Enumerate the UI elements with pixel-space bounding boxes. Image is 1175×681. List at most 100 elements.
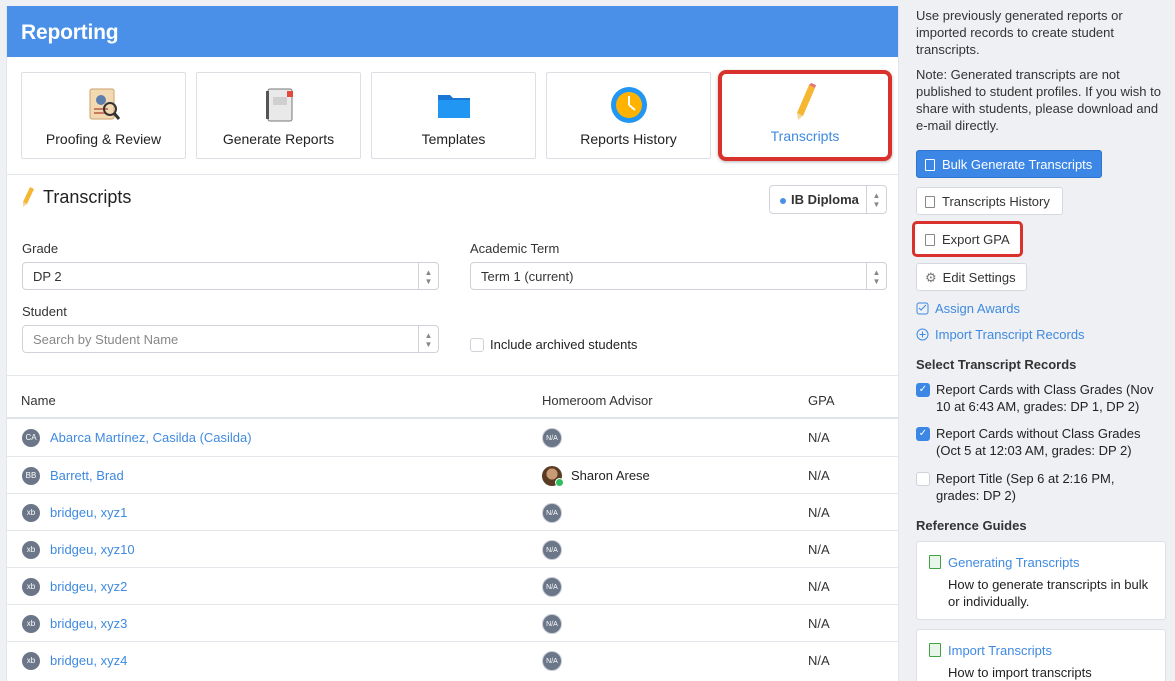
record-option[interactable]: ✓ Report Cards without Class Grades (Oct… — [916, 425, 1156, 459]
chevron-updown-icon: ▲ ▼ — [418, 263, 438, 289]
grade-value: DP 2 — [33, 269, 62, 284]
pencil-icon — [797, 83, 816, 120]
col-advisor-header[interactable]: Homeroom Advisor — [542, 393, 653, 408]
checkbox-checked[interactable]: ✓ — [916, 383, 930, 397]
guide-title-link[interactable]: Import Transcripts — [948, 643, 1052, 658]
record-option[interactable]: Report Title (Sep 6 at 2:16 PM, grades: … — [916, 470, 1156, 504]
archived-checkbox-row[interactable]: Include archived students — [470, 337, 637, 352]
advisor-badge: N/A — [542, 503, 562, 523]
pdf-icon — [925, 196, 935, 208]
chevron-updown-icon: ▲ ▼ — [866, 263, 886, 289]
edit-settings-label: Edit Settings — [942, 270, 1016, 285]
checkbox-checked[interactable]: ✓ — [916, 427, 930, 441]
program-dot — [780, 197, 786, 204]
gpa-value: N/A — [808, 505, 830, 520]
student-name-link[interactable]: bridgeu, xyz4 — [50, 653, 127, 668]
table-row: xb bridgeu, xyz10 N/A N/A — [7, 530, 898, 567]
pdf-icon — [925, 159, 935, 171]
archived-label: Include archived students — [490, 337, 638, 352]
tile-label: Generate Reports — [222, 131, 335, 147]
guide-card[interactable]: Import Transcripts How to import transcr… — [916, 629, 1166, 681]
col-name-header[interactable]: Name — [21, 393, 56, 408]
avatar: xb — [22, 615, 40, 633]
student-name-link[interactable]: bridgeu, xyz2 — [50, 579, 127, 594]
section-title: Transcripts — [21, 186, 131, 208]
tile-label: Transcripts — [770, 128, 840, 144]
avatar: BB — [22, 467, 40, 485]
page-title: Reporting — [7, 6, 898, 57]
folder-icon — [437, 95, 470, 118]
advisor-name: Sharon Arese — [571, 468, 650, 483]
term-label: Academic Term — [470, 241, 560, 256]
sidebar-note: Note: Generated transcripts are not publ… — [916, 67, 1161, 133]
reference-guides-heading: Reference Guides — [916, 518, 1027, 533]
term-select[interactable]: Term 1 (current) ▲ ▼ — [470, 262, 887, 290]
tile-generate-reports[interactable]: Generate Reports — [196, 72, 361, 159]
student-search[interactable]: Search by Student Name ▲ ▼ — [22, 325, 439, 353]
table-row: xb bridgeu, xyz1 N/A N/A — [7, 493, 898, 530]
grade-label: Grade — [22, 241, 59, 256]
transcripts-history-button[interactable]: Transcripts History — [916, 187, 1063, 215]
program-value: IB Diploma — [791, 192, 859, 207]
award-icon — [916, 302, 929, 315]
proofing-icon — [89, 88, 120, 120]
plus-circle-icon — [916, 328, 929, 341]
divider — [7, 375, 898, 376]
gpa-value: N/A — [808, 430, 830, 445]
tile-label: Proofing & Review — [45, 131, 162, 147]
table-row: CA Abarca Martínez, Casilda (Casilda) N/… — [7, 417, 898, 454]
table-row: xb bridgeu, xyz3 N/A N/A — [7, 604, 898, 641]
student-placeholder: Search by Student Name — [33, 332, 179, 347]
checkbox-unchecked[interactable] — [916, 472, 930, 486]
avatar: xb — [22, 652, 40, 670]
excel-icon — [925, 234, 935, 246]
student-name-link[interactable]: Abarca Martínez, Casilda (Casilda) — [50, 430, 252, 445]
student-name-link[interactable]: bridgeu, xyz10 — [50, 542, 135, 557]
clock-icon — [610, 87, 647, 123]
import-records-label: Import Transcript Records — [935, 327, 1085, 342]
sidebar: Use previously generated reports or impo… — [912, 0, 1175, 681]
gear-icon: ⚙ — [925, 270, 937, 285]
bulk-generate-button[interactable]: Bulk Generate Transcripts — [916, 150, 1102, 178]
student-name-link[interactable]: Barrett, Brad — [50, 468, 124, 483]
advisor-badge: N/A — [542, 651, 562, 671]
tile-transcripts[interactable]: Transcripts — [718, 70, 892, 161]
tile-label: Templates — [421, 131, 486, 147]
student-label: Student — [22, 304, 67, 319]
edit-settings-button[interactable]: ⚙ Edit Settings — [916, 263, 1027, 291]
transcripts-history-label: Transcripts History — [942, 194, 1050, 209]
advisor-badge: N/A — [542, 614, 562, 634]
student-name-link[interactable]: bridgeu, xyz3 — [50, 616, 127, 631]
sidebar-intro: Use previously generated reports or impo… — [916, 8, 1123, 57]
grade-select[interactable]: DP 2 ▲ ▼ — [22, 262, 439, 290]
report-cards-icon — [265, 88, 293, 122]
assign-awards-link[interactable]: Assign Awards — [916, 301, 1020, 316]
table-row: BB Barrett, Brad Sharon Arese N/A — [7, 456, 898, 493]
record-label: Report Cards without Class Grades (Oct 5… — [936, 426, 1141, 458]
pencil-icon — [23, 187, 34, 207]
select-records-heading: Select Transcript Records — [916, 357, 1077, 372]
program-select[interactable]: IB Diploma ▲ ▼ — [769, 185, 887, 214]
gpa-value: N/A — [808, 542, 830, 557]
export-gpa-button[interactable]: Export GPA — [912, 221, 1023, 257]
guide-title-link[interactable]: Generating Transcripts — [948, 555, 1080, 570]
record-label: Report Cards with Class Grades (Nov 10 a… — [936, 382, 1154, 414]
import-records-link[interactable]: Import Transcript Records — [916, 327, 1085, 342]
reporting-tiles: Proofing & Review Generate Reports Templ… — [21, 70, 898, 161]
gpa-value: N/A — [808, 579, 830, 594]
section-title-text: Transcripts — [43, 186, 132, 207]
guide-desc: How to import transcripts — [948, 665, 1092, 680]
guide-card[interactable]: Generating Transcripts How to generate t… — [916, 541, 1166, 620]
record-option[interactable]: ✓ Report Cards with Class Grades (Nov 10… — [916, 381, 1156, 415]
tile-templates[interactable]: Templates — [371, 72, 536, 159]
avatar: xb — [22, 578, 40, 596]
student-name-link[interactable]: bridgeu, xyz1 — [50, 505, 127, 520]
export-gpa-label: Export GPA — [942, 232, 1010, 247]
archived-checkbox[interactable] — [470, 337, 484, 352]
record-label: Report Title (Sep 6 at 2:16 PM, grades: … — [936, 471, 1115, 503]
tile-reports-history[interactable]: Reports History — [546, 72, 711, 159]
table-row: xb bridgeu, xyz2 N/A N/A — [7, 567, 898, 604]
document-icon — [929, 643, 941, 657]
tile-proofing-review[interactable]: Proofing & Review — [21, 72, 186, 159]
col-gpa-header[interactable]: GPA — [808, 393, 835, 408]
